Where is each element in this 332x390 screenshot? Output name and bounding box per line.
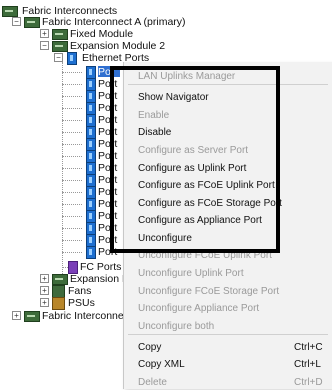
- collapse-toggle-icon[interactable]: −: [40, 41, 49, 50]
- tree-connector-line: [62, 72, 82, 73]
- expand-toggle-icon[interactable]: +: [40, 298, 49, 307]
- tree-connector-line: [62, 108, 82, 109]
- tree-connector-line: [62, 228, 82, 229]
- menu-item-copy-xml[interactable]: Copy XML: [138, 358, 185, 372]
- fabric-interconnect-icon: [24, 311, 40, 322]
- collapse-toggle-icon[interactable]: −: [12, 17, 21, 26]
- menu-item-unconfigure-both: Unconfigure both: [138, 321, 215, 332]
- tree-connector-line: [62, 120, 82, 121]
- tree-connector-line: [62, 252, 82, 253]
- tree-connector-line: [62, 156, 82, 157]
- menu-item-unconfigure-appliance-port: Unconfigure Appliance Port: [138, 303, 260, 314]
- tree-node-label: PSUs: [68, 297, 95, 309]
- module-icon: [52, 274, 68, 285]
- tree-connector-line: [62, 84, 82, 85]
- menu-shortcut: Ctrl+D: [294, 377, 323, 388]
- menu-item-copy[interactable]: Copy: [138, 341, 161, 355]
- menu-item-unconfigure-fcoe-storage-port: Unconfigure FCoE Storage Port: [138, 286, 280, 297]
- tree-connector-line: [62, 204, 82, 205]
- fabric-interconnect-icon: [24, 17, 40, 28]
- tree-connector-line: [62, 240, 82, 241]
- tree-connector-line: [62, 144, 82, 145]
- ethernet-port-icon: [86, 246, 96, 259]
- module-icon: [52, 41, 68, 52]
- tree-connector-line: [62, 180, 82, 181]
- tree-node-label: Fabric Interconnect: [42, 310, 132, 322]
- menu-item-delete: Delete: [138, 377, 167, 388]
- menu-item-unconfigure-uplink-port: Unconfigure Uplink Port: [138, 268, 244, 279]
- tree-connector-line: [62, 192, 82, 193]
- fabric-interconnect-icon: [2, 6, 18, 17]
- expand-toggle-icon[interactable]: +: [12, 311, 21, 320]
- ethernet-port-icon: [67, 52, 77, 65]
- collapse-toggle-icon[interactable]: −: [54, 53, 63, 62]
- menu-shortcut: Ctrl+L: [294, 359, 321, 370]
- expand-toggle-icon[interactable]: +: [40, 286, 49, 295]
- menu-shortcut: Ctrl+C: [294, 342, 323, 353]
- annotation-highlight-box: [110, 66, 280, 253]
- expand-toggle-icon[interactable]: +: [40, 29, 49, 38]
- tree-connector-line: [62, 216, 82, 217]
- expand-toggle-icon[interactable]: +: [40, 274, 49, 283]
- tree-connector-line: [62, 132, 82, 133]
- menu-separator: [128, 334, 328, 335]
- tree-connector-line: [62, 96, 82, 97]
- tree-connector-line: [62, 168, 82, 169]
- module-icon: [52, 29, 68, 40]
